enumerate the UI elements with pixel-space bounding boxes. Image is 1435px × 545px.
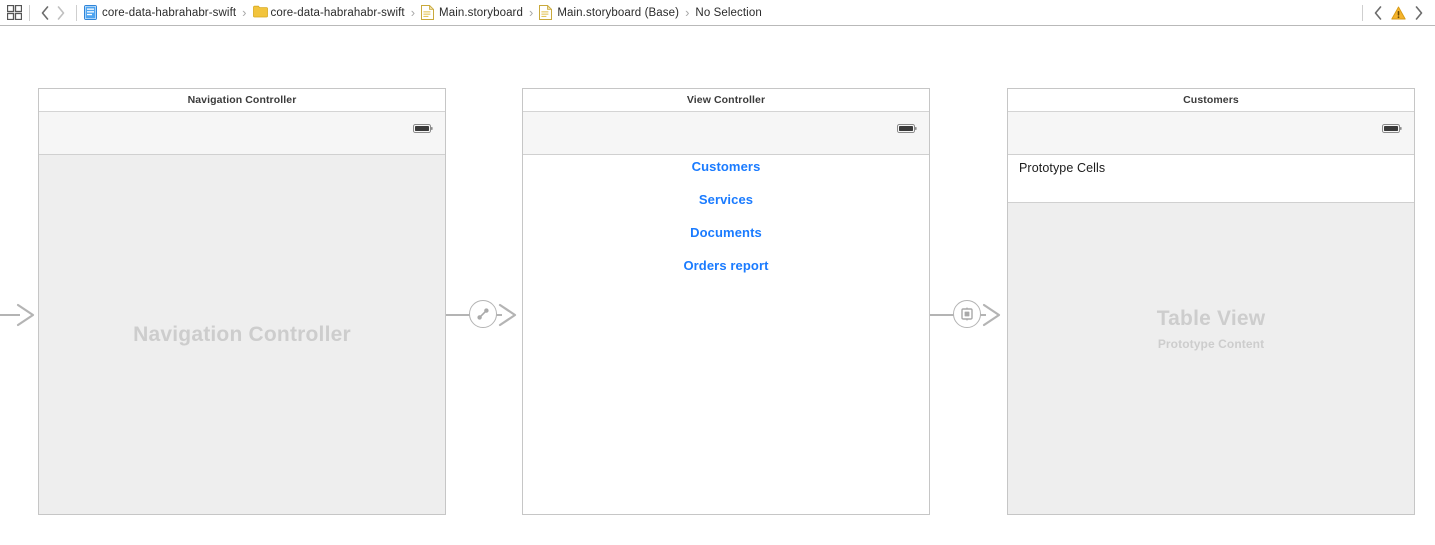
breadcrumb-item-storyboard[interactable]: Main.storyboard bbox=[421, 0, 523, 25]
breadcrumb-separator: › bbox=[529, 5, 534, 20]
relationship-segue[interactable] bbox=[469, 300, 497, 328]
scene-title: View Controller bbox=[523, 89, 929, 112]
button-documents[interactable]: Documents bbox=[684, 221, 768, 244]
navigator-toggle-icon[interactable] bbox=[6, 4, 23, 21]
segue-line-1a bbox=[446, 314, 470, 316]
jump-bar-left: core-data-habrahabr-swift › core-data-ha… bbox=[0, 0, 1355, 25]
scene-view-controller[interactable]: View Controller Customers Services Docum… bbox=[522, 88, 930, 515]
breadcrumb-item-storyboard-base[interactable]: Main.storyboard (Base) bbox=[539, 0, 679, 25]
scene-placeholder-title: Navigation Controller bbox=[133, 322, 351, 346]
breadcrumb-item-selection[interactable]: No Selection bbox=[695, 0, 761, 25]
breadcrumb-label: core-data-habrahabr-swift bbox=[270, 6, 405, 19]
project-icon bbox=[84, 5, 97, 20]
button-customers[interactable]: Customers bbox=[686, 155, 767, 178]
scene-body: Navigation Controller bbox=[39, 155, 445, 514]
previous-issue-chevron-icon[interactable] bbox=[1370, 3, 1386, 23]
scene-customers-table-view-controller[interactable]: Customers Prototype Cells Table View Pro… bbox=[1007, 88, 1415, 515]
breadcrumb-label: core-data-habrahabr-swift bbox=[102, 6, 237, 19]
breadcrumb-label: Main.storyboard (Base) bbox=[557, 6, 680, 19]
breadcrumb-item-project[interactable]: core-data-habrahabr-swift bbox=[84, 0, 236, 25]
table-view-body: Table View Prototype Content bbox=[1008, 203, 1414, 514]
breadcrumb-label: No Selection bbox=[695, 6, 762, 19]
segue-arrow-2 bbox=[980, 300, 1008, 330]
back-chevron-icon[interactable] bbox=[37, 3, 53, 23]
simulated-navigation-bar bbox=[1008, 112, 1414, 155]
scene-placeholder-title: Table View bbox=[1156, 306, 1266, 330]
show-segue[interactable] bbox=[953, 300, 981, 328]
battery-icon bbox=[897, 120, 917, 133]
storyboard-canvas[interactable]: Navigation Controller Navigation Control… bbox=[0, 27, 1435, 545]
prototype-cells-label: Prototype Cells bbox=[1019, 161, 1106, 175]
segue-arrow-1 bbox=[496, 300, 524, 330]
storyboard-icon bbox=[421, 4, 435, 20]
prototype-cell-row[interactable]: Prototype Cells bbox=[1008, 155, 1414, 203]
show-segue-icon bbox=[959, 306, 975, 322]
warning-triangle-icon[interactable] bbox=[1391, 6, 1406, 20]
battery-icon bbox=[413, 120, 433, 133]
toolbar-divider-1 bbox=[29, 4, 30, 21]
button-orders-report[interactable]: Orders report bbox=[677, 254, 774, 277]
simulated-navigation-bar bbox=[39, 112, 445, 155]
breadcrumb-separator: › bbox=[685, 5, 690, 20]
folder-icon bbox=[252, 5, 268, 20]
breadcrumb-label: Main.storyboard bbox=[439, 6, 523, 19]
breadcrumb-separator: › bbox=[242, 5, 247, 20]
toolbar-divider-2 bbox=[76, 4, 77, 21]
scene-title: Navigation Controller bbox=[39, 89, 445, 112]
issue-navigation-controls bbox=[1355, 0, 1435, 25]
jump-bar-toolbar: core-data-habrahabr-swift › core-data-ha… bbox=[0, 0, 1435, 26]
scene-title: Customers bbox=[1008, 89, 1414, 112]
scene-navigation-controller[interactable]: Navigation Controller Navigation Control… bbox=[38, 88, 446, 515]
toolbar-divider-3 bbox=[1362, 4, 1363, 21]
simulated-navigation-bar bbox=[523, 112, 929, 155]
segue-line-2a bbox=[930, 314, 954, 316]
storyboard-icon bbox=[539, 4, 553, 20]
relationship-segue-icon bbox=[475, 306, 491, 322]
menu-button-list: Customers Services Documents Orders repo… bbox=[523, 155, 929, 277]
next-issue-chevron-icon[interactable] bbox=[1411, 3, 1427, 23]
scene-placeholder-subtitle: Prototype Content bbox=[1157, 336, 1265, 351]
button-services[interactable]: Services bbox=[693, 188, 759, 211]
breadcrumb-item-folder[interactable]: core-data-habrahabr-swift bbox=[252, 0, 405, 25]
forward-chevron-icon[interactable] bbox=[53, 3, 69, 23]
breadcrumb-separator: › bbox=[410, 5, 416, 20]
battery-icon bbox=[1382, 120, 1402, 133]
